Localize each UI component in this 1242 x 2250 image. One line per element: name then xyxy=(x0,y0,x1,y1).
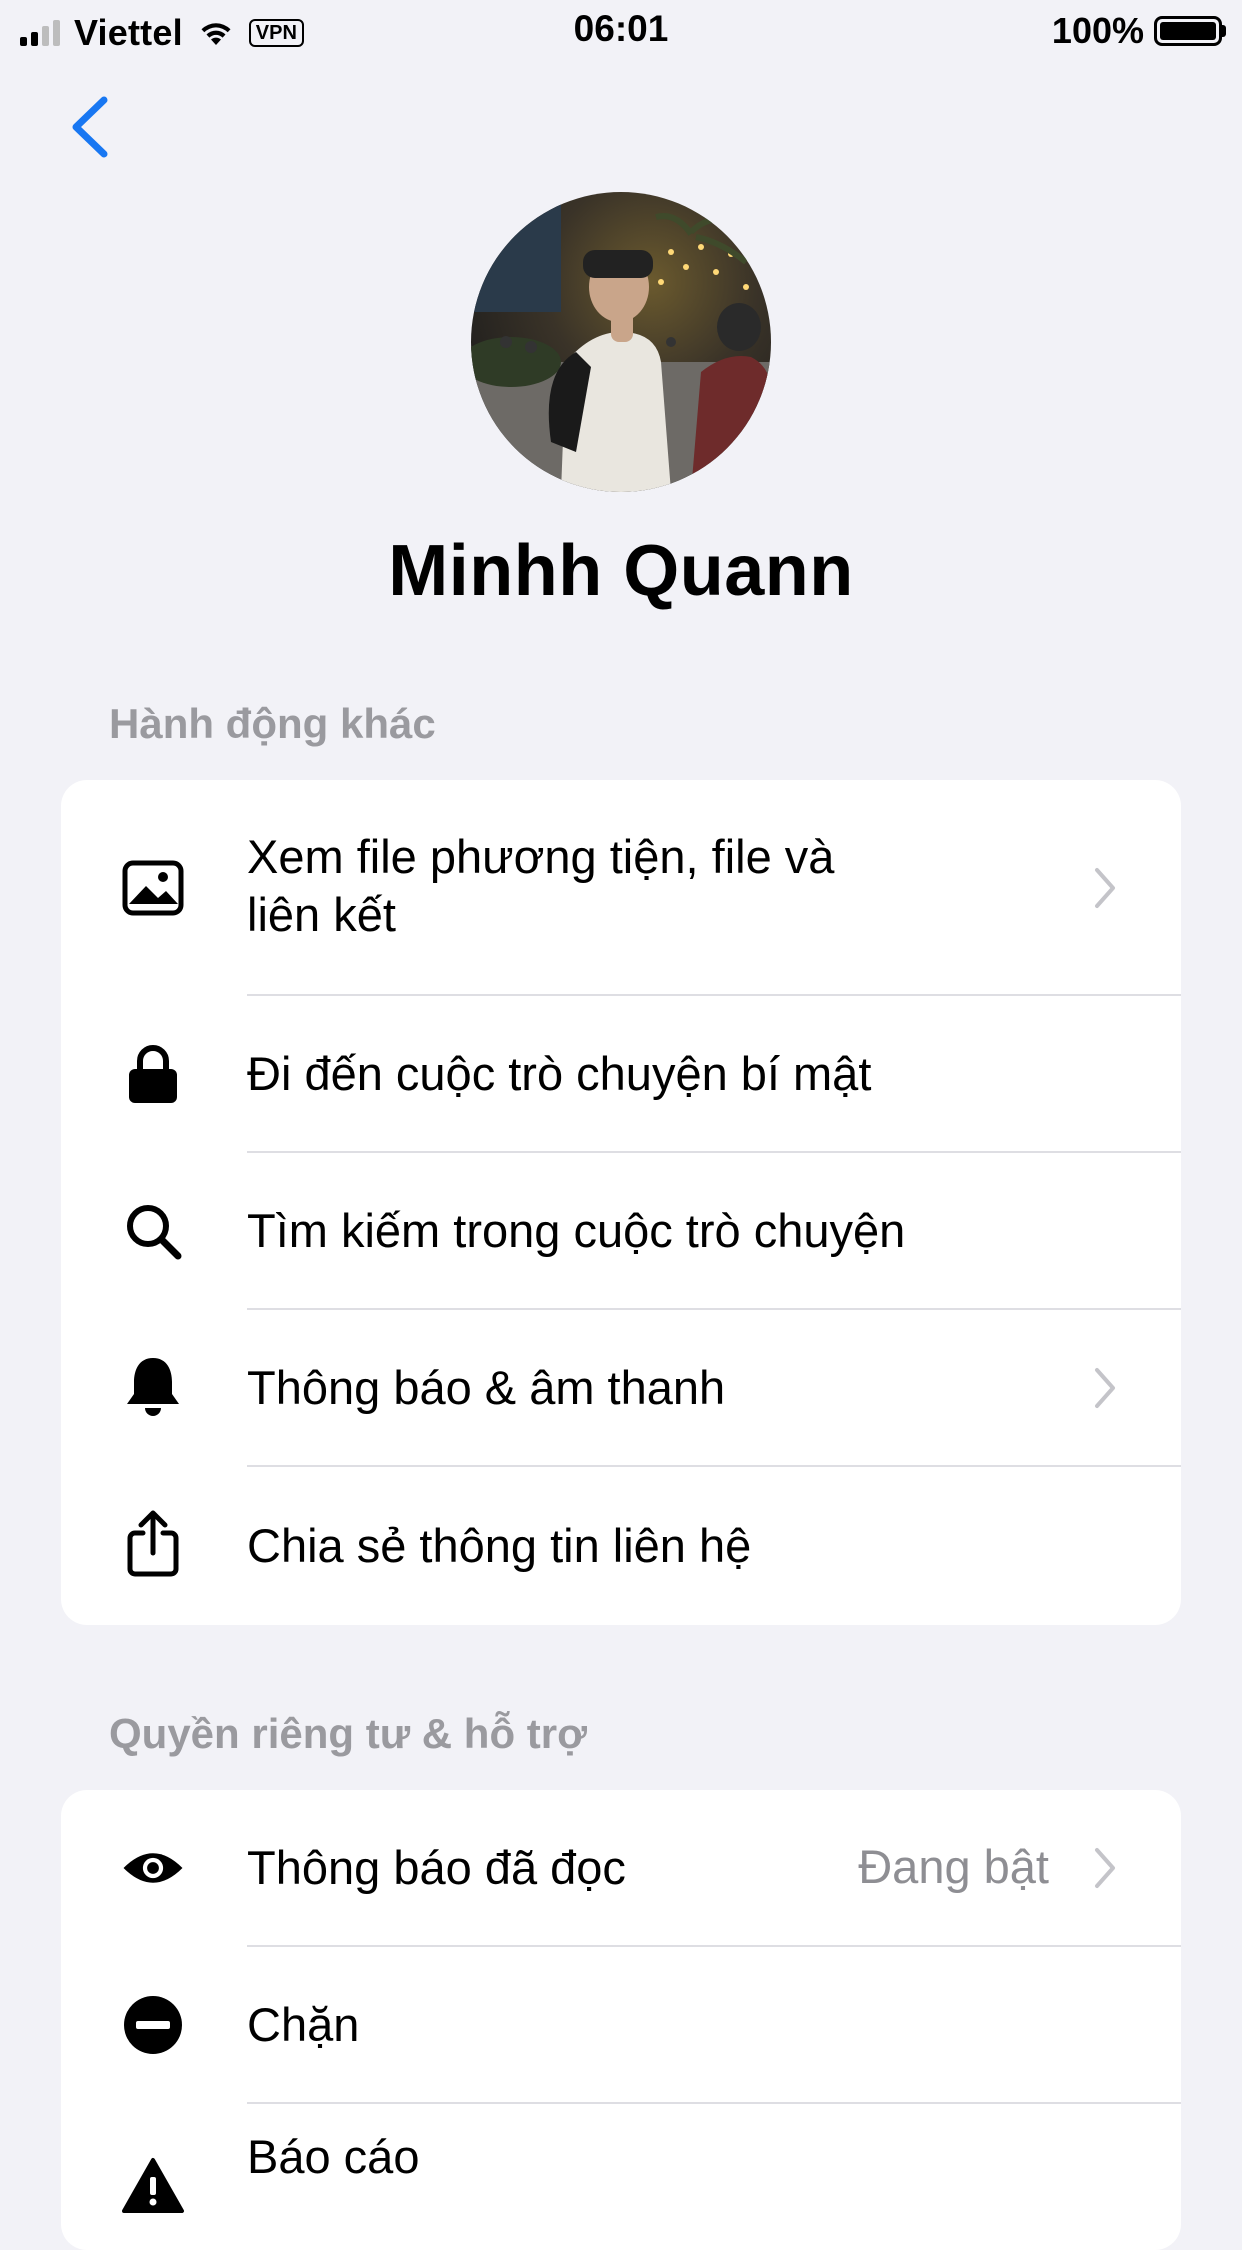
battery-percentage: 100% xyxy=(1051,10,1144,51)
section-header-privacy-support: Quyền riêng tư & hỗ trợ xyxy=(109,1710,587,1757)
row-report-label: Báo cáo xyxy=(247,2130,420,2183)
row-search-conversation-label: Tìm kiếm trong cuộc trò chuyện xyxy=(247,1204,906,1257)
avatar[interactable] xyxy=(471,192,771,492)
eye-icon xyxy=(121,1836,185,1900)
read-receipts-status: Đang bật xyxy=(858,1840,1049,1893)
row-view-media-label: Xem file phương tiện, file và liên kết xyxy=(247,830,835,941)
profile-name: Minhh Quann xyxy=(388,531,854,611)
row-secret-conversation-label: Đi đến cuộc trò chuyện bí mật xyxy=(247,1047,872,1100)
chevron-left-icon xyxy=(72,96,108,158)
chevron-right-icon xyxy=(1095,868,1115,908)
back-button[interactable] xyxy=(60,92,120,162)
row-share-contact-label: Chia sẻ thông tin liên hệ xyxy=(247,1519,752,1572)
row-notifications-sounds[interactable]: Thông báo & âm thanh xyxy=(61,1310,1181,1467)
search-icon xyxy=(121,1199,185,1263)
row-share-contact[interactable]: Chia sẻ thông tin liên hệ xyxy=(61,1467,1181,1625)
share-icon xyxy=(121,1510,185,1577)
row-block[interactable]: Chặn xyxy=(61,1947,1181,2104)
privacy-support-card: Thông báo đã đọc Đang bật Chặn Báo cáo xyxy=(61,1790,1181,2250)
row-view-media[interactable]: Xem file phương tiện, file và liên kết xyxy=(61,780,1181,996)
row-secret-conversation[interactable]: Đi đến cuộc trò chuyện bí mật xyxy=(61,996,1181,1153)
row-report[interactable]: Báo cáo xyxy=(61,2104,1181,2250)
row-read-receipts[interactable]: Thông báo đã đọc Đang bật xyxy=(61,1790,1181,1947)
row-notifications-sounds-label: Thông báo & âm thanh xyxy=(247,1361,726,1414)
row-block-label: Chặn xyxy=(247,1998,360,2051)
status-bar: Viettel VPN 06:01 100% xyxy=(0,0,1242,62)
bell-icon xyxy=(121,1354,185,1418)
row-search-conversation[interactable]: Tìm kiếm trong cuộc trò chuyện xyxy=(61,1153,1181,1310)
lock-icon xyxy=(121,1042,185,1106)
chevron-right-icon xyxy=(1095,1848,1115,1888)
row-read-receipts-label: Thông báo đã đọc xyxy=(247,1841,626,1894)
avatar-photo xyxy=(471,192,771,492)
photo-icon xyxy=(121,856,185,920)
chevron-right-icon xyxy=(1095,1368,1115,1408)
more-actions-card: Xem file phương tiện, file và liên kết Đ… xyxy=(61,780,1181,1625)
battery-icon xyxy=(1154,16,1226,46)
block-icon xyxy=(121,1993,185,2057)
warning-icon xyxy=(121,2154,185,2218)
section-header-more-actions: Hành động khác xyxy=(109,700,436,747)
status-right: 100% xyxy=(1052,10,1226,52)
